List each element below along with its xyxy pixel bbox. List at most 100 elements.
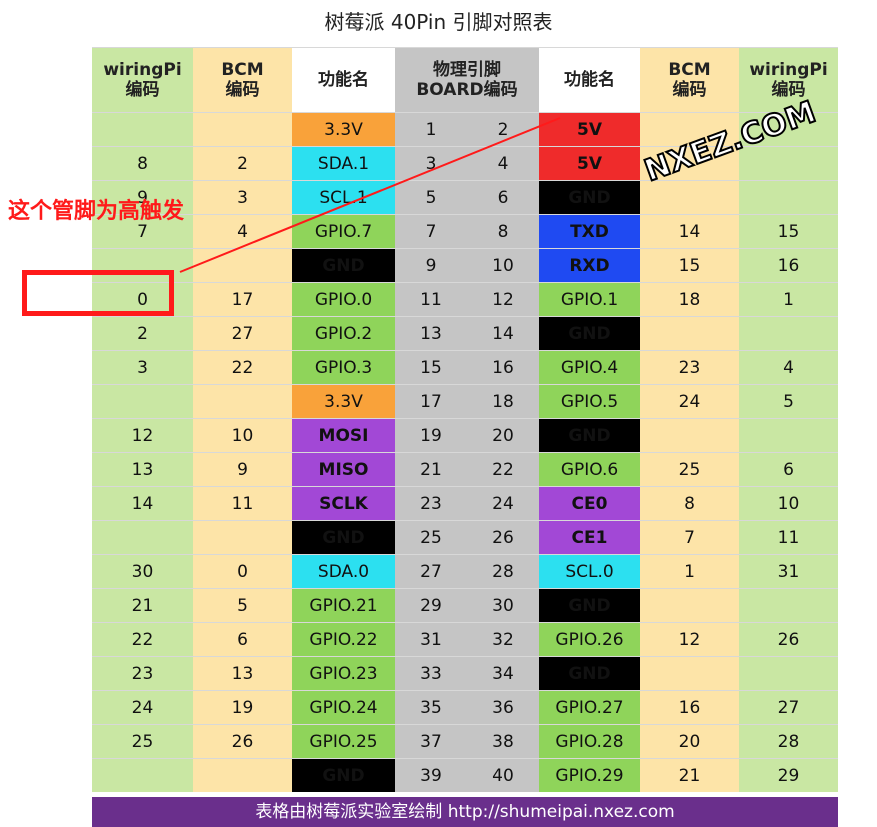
cell-bcm-right	[640, 316, 739, 351]
cell-wiringpi-right: 29	[739, 758, 838, 792]
cell-wiringpi-right: 28	[739, 724, 838, 759]
cell-physical-left: 25	[395, 520, 467, 555]
cell-function-right: GND	[539, 588, 640, 623]
cell-wiringpi-right	[739, 656, 838, 691]
cell-function-right: SCL.0	[539, 554, 640, 589]
cell-bcm-right: 23	[640, 350, 739, 385]
cell-bcm-left: 17	[193, 282, 292, 317]
cell-physical-left: 33	[395, 656, 467, 691]
cell-physical-right: 4	[467, 146, 539, 181]
cell-function-left: 3.3V	[292, 384, 395, 419]
cell-wiringpi-right: 10	[739, 486, 838, 521]
cell-bcm-left	[193, 758, 292, 792]
header-wiringpi-label: wiringPi	[103, 60, 182, 80]
table-row: 0 17 GPIO.0 11 12 GPIO.1 18 1	[92, 282, 838, 317]
cell-function-left: SDA.1	[292, 146, 395, 181]
cell-bcm-right: 21	[640, 758, 739, 792]
cell-wiringpi-left: 8	[92, 146, 193, 181]
cell-wiringpi-right: 6	[739, 452, 838, 487]
cell-wiringpi-left: 23	[92, 656, 193, 691]
cell-physical-left: 13	[395, 316, 467, 351]
cell-function-right: 5V	[539, 146, 640, 181]
header-wiringpi-left: wiringPi 编码	[92, 47, 193, 113]
cell-physical-left: 17	[395, 384, 467, 419]
cell-wiringpi-right: 31	[739, 554, 838, 589]
cell-wiringpi-right: 27	[739, 690, 838, 725]
cell-physical-right: 34	[467, 656, 539, 691]
cell-physical-right: 24	[467, 486, 539, 521]
footer-credit: 表格由树莓派实验室绘制 http://shumeipai.nxez.com	[92, 797, 838, 827]
header-physical-sub: BOARD编码	[416, 80, 518, 100]
cell-physical-left: 19	[395, 418, 467, 453]
cell-wiringpi-left: 12	[92, 418, 193, 453]
header-bcm-sub: 编码	[225, 80, 260, 100]
cell-function-right: GPIO.29	[539, 758, 640, 792]
cell-physical-right: 6	[467, 180, 539, 215]
cell-wiringpi-left: 30	[92, 554, 193, 589]
table-row: 3 22 GPIO.3 15 16 GPIO.4 23 4	[92, 350, 838, 385]
cell-physical-right: 28	[467, 554, 539, 589]
cell-bcm-left: 10	[193, 418, 292, 453]
cell-function-left: GPIO.24	[292, 690, 395, 725]
cell-bcm-left: 26	[193, 724, 292, 759]
cell-bcm-left	[193, 520, 292, 555]
cell-physical-right: 20	[467, 418, 539, 453]
cell-function-right: CE0	[539, 486, 640, 521]
header-bcm-label: BCM	[221, 60, 264, 80]
cell-bcm-right: 15	[640, 248, 739, 283]
cell-physical-right: 10	[467, 248, 539, 283]
table-row: 22 6 GPIO.22 31 32 GPIO.26 12 26	[92, 622, 838, 657]
table-row: GND 25 26 CE1 7 11	[92, 520, 838, 555]
cell-bcm-left: 4	[193, 214, 292, 249]
table-row: 12 10 MOSI 19 20 GND	[92, 418, 838, 453]
cell-function-right: GND	[539, 180, 640, 215]
cell-wiringpi-left	[92, 112, 193, 147]
cell-physical-left: 5	[395, 180, 467, 215]
table-row: GND 39 40 GPIO.29 21 29	[92, 758, 838, 792]
cell-function-right: CE1	[539, 520, 640, 555]
cell-function-right: 5V	[539, 112, 640, 147]
cell-bcm-right: 16	[640, 690, 739, 725]
cell-bcm-right: 12	[640, 622, 739, 657]
cell-function-left: GND	[292, 520, 395, 555]
cell-physical-right: 26	[467, 520, 539, 555]
cell-physical-right: 2	[467, 112, 539, 147]
cell-wiringpi-left: 14	[92, 486, 193, 521]
pin-rows: 3.3V 1 2 5V 8 2 SDA.1 3 4 5V 9 3 SCL.1 5 6 GND 7 4 GPIO.7 7…	[92, 112, 838, 792]
header-physical: 物理引脚 BOARD编码	[395, 47, 539, 113]
cell-bcm-left: 13	[193, 656, 292, 691]
cell-function-left: GPIO.21	[292, 588, 395, 623]
header-bcm-sub: 编码	[672, 80, 707, 100]
cell-physical-left: 29	[395, 588, 467, 623]
cell-function-left: SCL.1	[292, 180, 395, 215]
cell-function-left: GPIO.7	[292, 214, 395, 249]
cell-physical-left: 35	[395, 690, 467, 725]
cell-wiringpi-right: 26	[739, 622, 838, 657]
cell-bcm-right: 24	[640, 384, 739, 419]
cell-function-right: GPIO.5	[539, 384, 640, 419]
cell-physical-right: 8	[467, 214, 539, 249]
cell-bcm-right	[640, 418, 739, 453]
cell-bcm-left: 11	[193, 486, 292, 521]
cell-bcm-right	[640, 656, 739, 691]
header-function-right: 功能名	[539, 47, 640, 113]
cell-wiringpi-right: 5	[739, 384, 838, 419]
cell-bcm-left	[193, 384, 292, 419]
cell-physical-left: 7	[395, 214, 467, 249]
cell-function-left: GND	[292, 758, 395, 792]
cell-function-right: GPIO.1	[539, 282, 640, 317]
cell-physical-right: 12	[467, 282, 539, 317]
table-header-row: wiringPi 编码 BCM 编码 功能名 物理引脚 BOARD编码 功能名 BCM…	[92, 47, 838, 113]
cell-bcm-right: 14	[640, 214, 739, 249]
cell-function-right: GPIO.4	[539, 350, 640, 385]
cell-function-left: GPIO.25	[292, 724, 395, 759]
cell-function-right: GND	[539, 418, 640, 453]
cell-wiringpi-right	[739, 418, 838, 453]
cell-function-right: TXD	[539, 214, 640, 249]
cell-function-left: GND	[292, 248, 395, 283]
cell-physical-right: 14	[467, 316, 539, 351]
cell-bcm-left: 3	[193, 180, 292, 215]
cell-physical-left: 31	[395, 622, 467, 657]
cell-bcm-right: 8	[640, 486, 739, 521]
callout-highlight-box	[22, 270, 174, 316]
